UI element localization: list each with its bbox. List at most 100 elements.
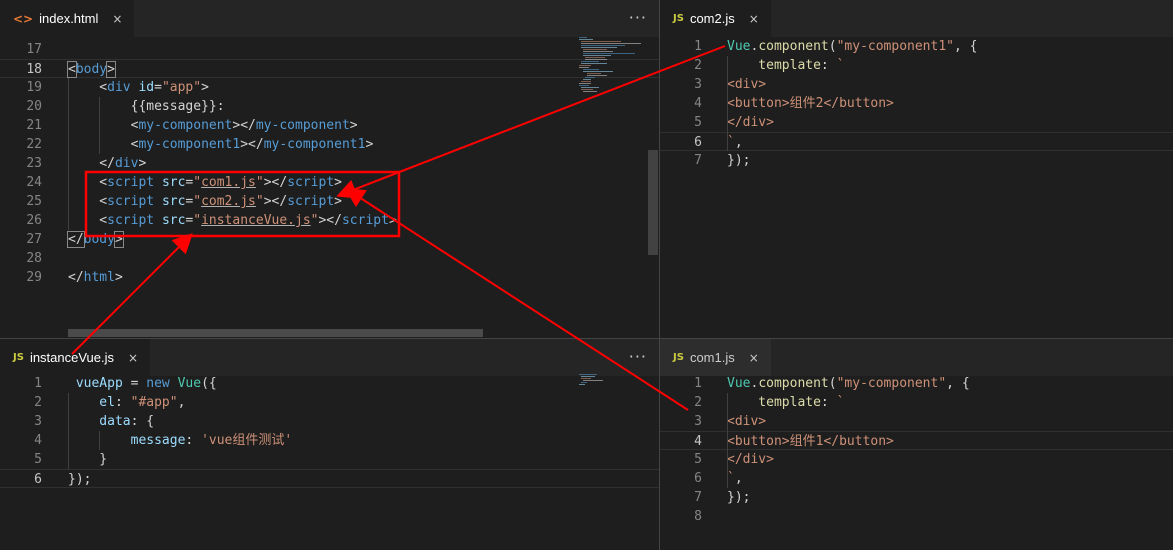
code-token: src: [161, 194, 186, 209]
line-number: 2: [694, 395, 702, 410]
code-token: script: [107, 175, 155, 190]
code-editor[interactable]: 17 18 <body> 19 <div id="app"> 20 {{message}…: [0, 40, 659, 338]
code-line[interactable]: 2 template: `: [660, 56, 1173, 75]
code-line[interactable]: 3 <div>: [660, 412, 1173, 431]
more-actions-icon[interactable]: ···: [629, 347, 647, 366]
minimap[interactable]: [578, 37, 648, 337]
code-token: {{message}}:: [68, 99, 225, 114]
code-token: :: [185, 433, 202, 448]
editor-pane-instancevue-js: JS instanceVue.js × ··· 1 vueApp = new V…: [0, 339, 659, 550]
code-line[interactable]: 7});: [660, 488, 1173, 507]
code-line[interactable]: 4 <button>组件2</button>: [660, 94, 1173, 113]
pane-divider-vertical[interactable]: [659, 0, 660, 550]
line-number: 24: [26, 175, 42, 190]
code-line[interactable]: 26 <script src="instanceVue.js"></script…: [0, 211, 659, 230]
line-number: 23: [26, 156, 42, 171]
code-token: ,: [734, 135, 743, 150]
close-icon[interactable]: ×: [112, 12, 122, 26]
minimap[interactable]: [578, 374, 648, 434]
line-number: 3: [34, 414, 42, 429]
code-line[interactable]: 6 `,: [660, 469, 1173, 488]
line-number: 6: [34, 472, 42, 487]
code-token: >: [388, 213, 397, 228]
code-token: Vue: [727, 376, 751, 391]
code-line[interactable]: 28: [0, 249, 659, 268]
code-line[interactable]: 24 <script src="com1.js"></script>: [0, 173, 659, 192]
code-line[interactable]: 4 <button>组件1</button>: [660, 431, 1173, 450]
code-line[interactable]: 1 Vue.component("my-component", {: [660, 374, 1173, 393]
js-file-icon: JS: [13, 352, 24, 363]
code-token: message: [68, 433, 186, 448]
code-line[interactable]: 25 <script src="com2.js"></script>: [0, 192, 659, 211]
code-token: div: [107, 80, 131, 95]
minimap-line: [587, 75, 607, 76]
more-actions-icon[interactable]: ···: [629, 8, 647, 27]
line-number: 4: [34, 433, 42, 448]
code-line[interactable]: 2 el: "#app",: [0, 393, 659, 412]
editor-pane-com2-js: JS com2.js × 1 Vue.component("my-componen…: [660, 0, 1173, 338]
code-line[interactable]: 5 </div>: [660, 113, 1173, 132]
minimap-line: [579, 384, 585, 385]
code-token: body: [75, 62, 108, 77]
code-token: });: [727, 153, 751, 168]
line-number: 5: [694, 115, 702, 130]
code-token: ,: [734, 471, 743, 486]
tab-com2-js[interactable]: JS com2.js ×: [660, 0, 771, 37]
code-line[interactable]: 7});: [660, 151, 1173, 170]
close-icon[interactable]: ×: [749, 351, 759, 365]
vertical-scrollbar[interactable]: [648, 150, 658, 255]
editor-pane-index-html: <> index.html × ··· 17 18 <body> 19 <div id…: [0, 0, 659, 338]
code-text: </html>: [68, 268, 123, 287]
code-line[interactable]: 19 <div id="app">: [0, 78, 659, 97]
minimap-line: [581, 41, 621, 42]
tab-index-html[interactable]: <> index.html ×: [0, 0, 135, 37]
code-token: </: [68, 156, 115, 171]
code-token: <: [68, 80, 108, 95]
code-token: });: [727, 490, 751, 505]
code-token: body: [83, 232, 115, 247]
code-line[interactable]: 5 }: [0, 450, 659, 469]
code-line[interactable]: 23 </div>: [0, 154, 659, 173]
code-token: vueApp: [68, 376, 123, 391]
code-line[interactable]: 5 </div>: [660, 450, 1173, 469]
pane-divider-horizontal[interactable]: [0, 338, 1173, 339]
code-text: </div>: [727, 450, 774, 469]
code-line[interactable]: 1 Vue.component("my-component1", {: [660, 37, 1173, 56]
horizontal-scrollbar[interactable]: [68, 329, 483, 337]
close-icon[interactable]: ×: [128, 351, 138, 365]
code-line[interactable]: 18 <body>: [0, 59, 659, 78]
code-token: ": [193, 213, 202, 228]
minimap-line: [581, 63, 607, 64]
code-line[interactable]: 6});: [0, 469, 659, 488]
code-line[interactable]: 27 </body>: [0, 230, 659, 249]
code-editor[interactable]: 1 Vue.component("my-component1", {2 templ…: [660, 37, 1173, 337]
code-text: <my-component></my-component>: [68, 116, 358, 135]
line-number: 3: [694, 77, 702, 92]
code-token: (: [828, 376, 837, 391]
code-line[interactable]: 17: [0, 40, 659, 59]
code-line[interactable]: 1 vueApp = new Vue({: [0, 374, 659, 393]
tab-bar: <> index.html × ···: [0, 0, 659, 37]
tab-com1-js[interactable]: JS com1.js ×: [660, 339, 771, 376]
code-token: , {: [946, 376, 970, 391]
code-token: `: [836, 58, 845, 73]
code-line[interactable]: 2 template: `: [660, 393, 1173, 412]
code-token: instanceVue.js: [201, 213, 311, 228]
line-number: 25: [26, 194, 42, 209]
js-file-icon: JS: [673, 352, 684, 363]
minimap-line: [585, 57, 605, 58]
code-token: , {: [954, 39, 978, 54]
code-line[interactable]: 29 </html>: [0, 268, 659, 287]
line-number: 3: [694, 414, 702, 429]
code-editor[interactable]: 1 Vue.component("my-component", {2 templa…: [660, 374, 1173, 549]
code-line[interactable]: 8: [660, 507, 1173, 526]
close-icon[interactable]: ×: [749, 12, 759, 26]
line-number: 7: [694, 153, 702, 168]
tab-instancevue-js[interactable]: JS instanceVue.js ×: [0, 339, 151, 376]
code-line[interactable]: 6 `,: [660, 132, 1173, 151]
code-line[interactable]: 3 <div>: [660, 75, 1173, 94]
code-text: message: 'vue组件测试': [68, 431, 293, 450]
code-line[interactable]: 3 data: {: [0, 412, 659, 431]
line-number: 2: [34, 395, 42, 410]
